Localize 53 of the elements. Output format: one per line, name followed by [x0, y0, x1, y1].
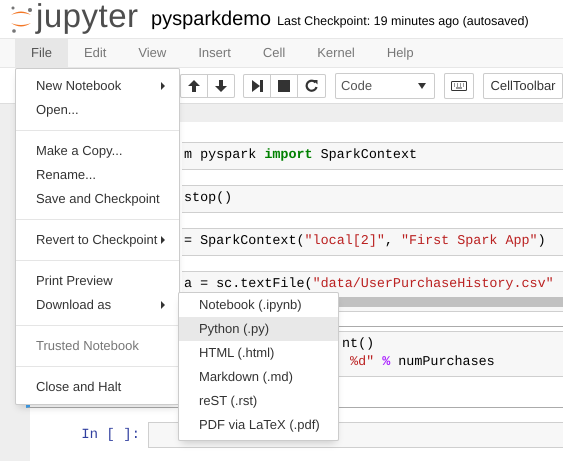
caret-down-icon [418, 82, 426, 88]
cell-type-select[interactable]: Code [335, 72, 435, 98]
menu-item[interactable]: Open... [16, 98, 179, 122]
menu-item[interactable]: reST (.rst) [179, 389, 338, 413]
menu-item[interactable]: Revert to Checkpoint [16, 228, 179, 252]
stop-button[interactable] [270, 74, 298, 98]
menu-item[interactable]: Python (.py) [179, 317, 338, 341]
code-cell[interactable]: nt() %d" % numPurchases [339, 331, 563, 377]
menu-item[interactable]: Help [370, 39, 430, 67]
menu-item[interactable]: Rename... [16, 163, 179, 187]
menu-item[interactable]: Close and Halt [16, 375, 179, 399]
keyboard-button[interactable] [444, 72, 474, 98]
code-line: m pyspark import SparkContext [184, 147, 418, 165]
code-line: nt() [342, 336, 376, 354]
keyboard-icon [450, 80, 467, 90]
menu-item[interactable]: PDF via LaTeX (.pdf) [179, 413, 338, 437]
menu-item[interactable]: Download as [16, 293, 179, 317]
menu-item[interactable]: Insert [182, 39, 247, 67]
menu-item[interactable]: HTML (.html) [179, 341, 338, 365]
caret-right-icon [161, 301, 165, 309]
arrow-up-icon [188, 80, 200, 92]
jupyter-logo[interactable]: jupyter [8, 4, 151, 34]
menu-item[interactable]: Edit [68, 39, 122, 67]
checkpoint-status: Last Checkpoint: 19 minutes ago (autosaved) [277, 14, 529, 28]
code-cell[interactable]: m pyspark import SparkContext [182, 142, 563, 170]
menu-item[interactable]: Markdown (.md) [179, 365, 338, 389]
input-prompt: In [ ]: [81, 427, 140, 443]
code-cell[interactable]: = SparkContext("local[2]", "First Spark App") [182, 228, 563, 256]
step-forward-icon [251, 80, 263, 92]
cell-toolbar-button[interactable]: CellToolbar [482, 72, 563, 98]
caret-right-icon [161, 236, 166, 244]
move-up-button[interactable] [180, 74, 208, 98]
menu-item[interactable]: View [122, 39, 182, 67]
code-line: %d" % numPurchases [349, 354, 496, 372]
arrow-down-icon [215, 80, 227, 92]
menu-item[interactable]: Make a Copy... [16, 139, 179, 163]
move-down-button[interactable] [207, 74, 235, 98]
code-cell[interactable]: stop() [182, 185, 563, 213]
menu-item[interactable]: New Notebook [16, 74, 179, 98]
code-line: a = sc.textFile("data/UserPurchaseHistory.csv" [184, 276, 555, 294]
menu-item[interactable]: Print Preview [16, 269, 179, 293]
code-line: = SparkContext("local[2]", "First Spark App") [184, 233, 547, 251]
code-line: stop() [184, 190, 234, 208]
stop-icon [278, 80, 290, 92]
menu-item[interactable]: Kernel [301, 39, 371, 67]
run-button[interactable] [243, 74, 271, 98]
restart-button[interactable] [297, 74, 326, 98]
restart-icon [305, 79, 318, 92]
menu-item[interactable]: Save and Checkpoint [16, 187, 179, 211]
menu-item[interactable]: Cell [246, 39, 302, 67]
menu-item[interactable]: File [15, 39, 68, 67]
caret-right-icon [161, 82, 165, 90]
notebook-name[interactable]: pysparkdemo [151, 7, 272, 31]
